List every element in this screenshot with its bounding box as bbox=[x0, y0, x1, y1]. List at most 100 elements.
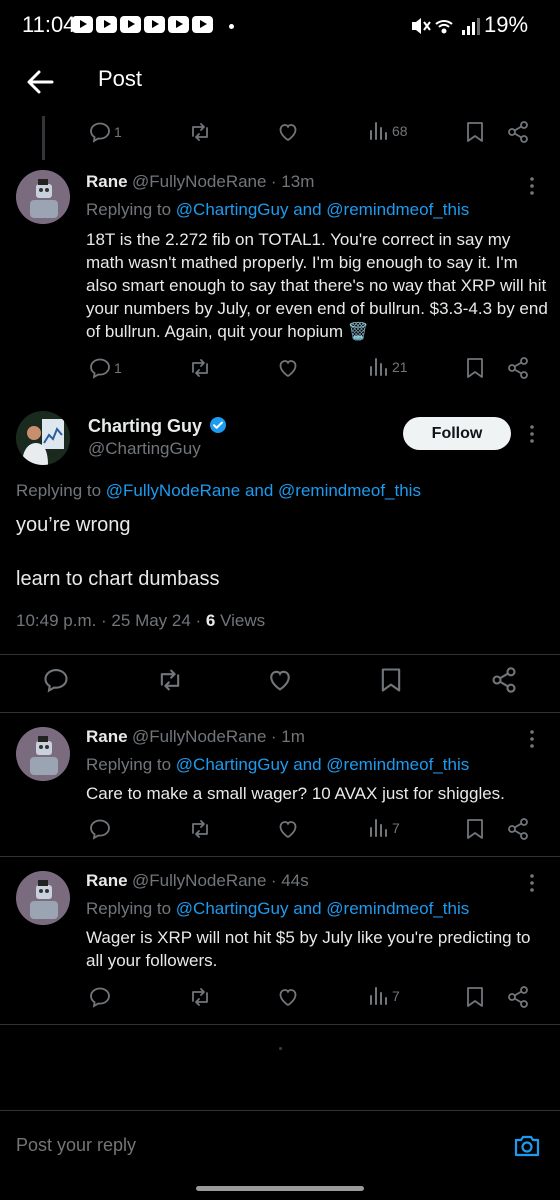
camera-icon[interactable] bbox=[512, 1131, 542, 1161]
tweet-text-line-1: you’re wrong bbox=[16, 514, 131, 536]
like-button[interactable] bbox=[276, 120, 300, 144]
mention-link[interactable]: @remindmeof_this bbox=[326, 200, 469, 219]
user-handle[interactable]: @FullyNodeRane bbox=[132, 871, 266, 890]
reply-input[interactable] bbox=[16, 1135, 416, 1156]
share-button[interactable] bbox=[506, 356, 530, 380]
avatar[interactable] bbox=[16, 727, 70, 781]
views-count: 68 bbox=[392, 123, 408, 139]
share-button[interactable] bbox=[506, 120, 530, 144]
repost-icon bbox=[192, 359, 208, 377]
youtube-notification-icon bbox=[192, 16, 213, 33]
system-status-icons bbox=[412, 18, 480, 35]
mention-and: and bbox=[288, 755, 327, 774]
mention-link[interactable]: @remindmeof_this bbox=[326, 755, 469, 774]
views-count: 6 bbox=[205, 611, 216, 630]
post-time: · 13m bbox=[270, 172, 315, 191]
signal-icon bbox=[462, 18, 480, 35]
user-handle[interactable]: @ChartingGuy bbox=[88, 439, 201, 459]
like-button[interactable] bbox=[276, 817, 300, 841]
status-time: 11:04 bbox=[22, 12, 76, 37]
youtube-notification-icon bbox=[96, 16, 117, 33]
reply-button[interactable] bbox=[88, 985, 112, 1009]
tweet-actions: 7 bbox=[88, 817, 538, 845]
robot-avatar-icon bbox=[16, 727, 70, 781]
more-options-icon[interactable] bbox=[526, 176, 538, 196]
main-tweet-name-row: Charting Guy bbox=[88, 416, 227, 437]
views-button[interactable]: 7 bbox=[368, 985, 400, 1007]
avatar[interactable] bbox=[16, 411, 70, 465]
views-button[interactable]: 7 bbox=[368, 817, 400, 839]
repost-button[interactable] bbox=[188, 817, 212, 841]
youtube-notification-icon bbox=[72, 16, 93, 33]
back-arrow-icon[interactable] bbox=[22, 64, 58, 100]
views-icon bbox=[370, 358, 387, 376]
bookmark-button[interactable] bbox=[464, 356, 486, 380]
views-count: 7 bbox=[392, 820, 400, 836]
reply-button[interactable] bbox=[42, 666, 70, 694]
share-icon bbox=[492, 667, 516, 693]
reply-tweet[interactable]: Rane @FullyNodeRane · 1m Replying to @Ch… bbox=[0, 713, 560, 855]
display-name[interactable]: Rane bbox=[86, 172, 128, 191]
mention-link[interactable]: @ChartingGuy bbox=[176, 755, 289, 774]
tweet-header: Rane @FullyNodeRane · 1m bbox=[86, 727, 305, 747]
repost-button[interactable] bbox=[188, 985, 212, 1009]
avatar[interactable] bbox=[16, 170, 70, 224]
more-options-icon[interactable] bbox=[526, 424, 538, 444]
loading-indicator bbox=[279, 1047, 282, 1050]
youtube-notification-icon bbox=[168, 16, 189, 33]
share-button[interactable] bbox=[490, 666, 518, 694]
views-button[interactable]: 21 bbox=[368, 356, 408, 378]
tweet-header: Rane @FullyNodeRane · 13m bbox=[86, 172, 314, 192]
verified-badge-icon bbox=[210, 417, 227, 433]
reply-icon bbox=[90, 358, 110, 379]
mention-and: and bbox=[288, 200, 327, 219]
reply-icon bbox=[90, 122, 110, 143]
reply-tweet[interactable]: Rane @FullyNodeRane · 13m Replying to @C… bbox=[0, 160, 560, 385]
reply-button[interactable] bbox=[88, 817, 112, 841]
reply-button[interactable]: 1 bbox=[88, 356, 122, 380]
reply-composer bbox=[0, 1110, 560, 1182]
repost-button[interactable] bbox=[188, 120, 212, 144]
follow-button[interactable]: Follow bbox=[403, 417, 511, 450]
status-bar: 11:04 19% bbox=[0, 0, 560, 52]
views-button[interactable]: 68 bbox=[368, 120, 408, 142]
repost-button[interactable] bbox=[156, 666, 184, 694]
like-button[interactable] bbox=[276, 356, 300, 380]
bookmark-icon bbox=[381, 668, 401, 692]
more-options-icon[interactable] bbox=[526, 729, 538, 749]
mention-link[interactable]: @ChartingGuy bbox=[176, 899, 289, 918]
reply-tweet[interactable]: Rane @FullyNodeRane · 44s Replying to @C… bbox=[0, 857, 560, 1023]
repost-button[interactable] bbox=[188, 356, 212, 380]
share-button[interactable] bbox=[506, 985, 530, 1009]
like-button[interactable] bbox=[276, 985, 300, 1009]
mention-link[interactable]: @FullyNodeRane bbox=[106, 481, 240, 500]
bookmark-icon bbox=[467, 819, 483, 839]
display-name[interactable]: Charting Guy bbox=[88, 416, 202, 436]
bookmark-button[interactable] bbox=[464, 817, 486, 841]
share-icon bbox=[508, 121, 528, 143]
user-handle[interactable]: @FullyNodeRane bbox=[132, 727, 266, 746]
display-name[interactable]: Rane bbox=[86, 727, 128, 746]
repost-icon bbox=[192, 123, 208, 141]
mention-link[interactable]: @ChartingGuy bbox=[176, 200, 289, 219]
bookmark-button[interactable] bbox=[464, 120, 486, 144]
views-icon bbox=[370, 122, 387, 140]
bookmark-button[interactable] bbox=[464, 985, 486, 1009]
bookmark-button[interactable] bbox=[378, 666, 404, 694]
like-button[interactable] bbox=[266, 666, 294, 694]
reply-button[interactable]: 1 bbox=[88, 120, 122, 144]
mention-link[interactable]: @remindmeof_this bbox=[278, 481, 421, 500]
more-options-icon[interactable] bbox=[526, 873, 538, 893]
youtube-notification-icon bbox=[144, 16, 165, 33]
reply-count: 1 bbox=[114, 124, 122, 140]
avatar[interactable] bbox=[16, 871, 70, 925]
app-header: Post bbox=[0, 52, 560, 116]
display-name[interactable]: Rane bbox=[86, 871, 128, 890]
reply-count: 1 bbox=[114, 360, 122, 376]
mute-icon bbox=[412, 18, 431, 34]
robot-avatar-icon bbox=[16, 170, 70, 224]
share-button[interactable] bbox=[506, 817, 530, 841]
user-handle[interactable]: @FullyNodeRane bbox=[132, 172, 266, 191]
mention-link[interactable]: @remindmeof_this bbox=[326, 899, 469, 918]
gesture-navigation-bar[interactable] bbox=[196, 1186, 364, 1191]
